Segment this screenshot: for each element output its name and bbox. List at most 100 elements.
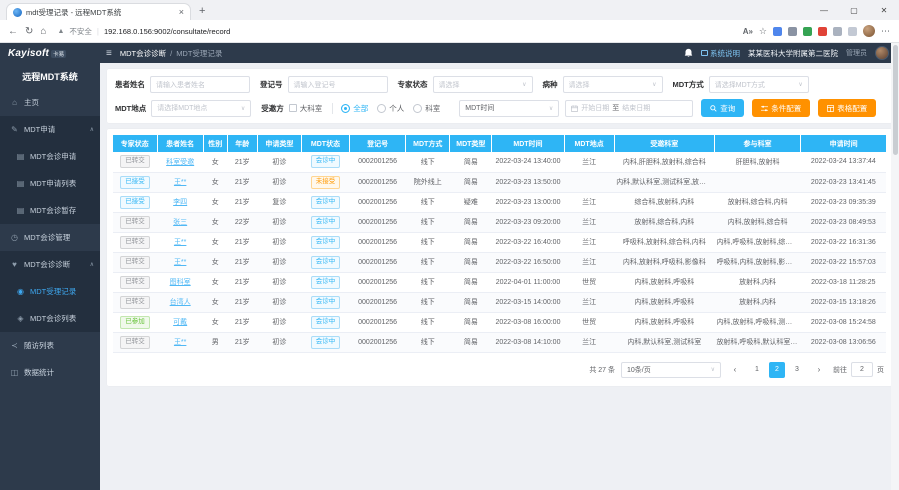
- cell-apply-type: 初诊: [257, 332, 301, 352]
- browser-tab[interactable]: mdt受理记录 - 远程MDT系统 ×: [6, 3, 191, 20]
- mdt-mode-label: MDT方式: [673, 79, 704, 90]
- logo-text: Kayisoft: [8, 48, 49, 59]
- radio-personal[interactable]: [377, 104, 386, 113]
- url-bar[interactable]: ▲ 不安全 | 192.168.0.156:9002/consultate/re…: [53, 26, 735, 37]
- page-size-select[interactable]: 10条/页∨: [621, 362, 721, 378]
- table-row: 已转交图科室女21岁初诊会诊中0002001256线下简易2022-04-01 …: [113, 272, 886, 292]
- patient-name-link[interactable]: 台湾人: [170, 299, 191, 306]
- radio-dept-label[interactable]: 科室: [425, 103, 440, 114]
- extension-icon-4[interactable]: [818, 27, 827, 36]
- patient-name-link[interactable]: 李四: [173, 199, 187, 206]
- extension-icon-2[interactable]: [788, 27, 797, 36]
- patient-name-link[interactable]: 王**: [174, 239, 186, 246]
- cell-apply-time: 2022-03-08 15:24:58: [801, 312, 886, 332]
- patient-name-link[interactable]: 王**: [174, 339, 186, 346]
- more-menu-icon[interactable]: ⋯: [881, 26, 891, 37]
- cell-invited: 综合科,放射科,内科: [614, 192, 714, 212]
- sidebar-group-header-mdt-diagnosis[interactable]: ♥ MDT会诊诊断 ∧: [0, 251, 100, 278]
- cell-gender: 女: [203, 152, 227, 172]
- register-no-input[interactable]: 请输入登记号: [288, 76, 388, 93]
- patient-name-link[interactable]: 张三: [173, 219, 187, 226]
- close-icon[interactable]: ✕: [869, 0, 899, 20]
- radio-personal-label[interactable]: 个人: [389, 103, 404, 114]
- patient-name-link[interactable]: 图科室: [170, 279, 191, 286]
- expert-status-select[interactable]: 请选择∨: [433, 76, 533, 93]
- sidebar-item-statistics[interactable]: ◫ 数据统计: [0, 359, 100, 386]
- cell-reg-no: 0002001256: [350, 192, 406, 212]
- cell-apply-time: 2022-03-22 16:31:36: [801, 232, 886, 252]
- sidebar-item-accept-record[interactable]: ◉ MDT受理记录: [0, 278, 100, 305]
- patient-name-link[interactable]: 科室受邀: [166, 159, 194, 166]
- extension-icon-6[interactable]: [848, 27, 857, 36]
- radio-all[interactable]: [341, 104, 350, 113]
- cell-age: 21岁: [227, 332, 257, 352]
- sidebar-collapse-icon[interactable]: ≡: [106, 48, 112, 59]
- sidebar-item-consult-manage[interactable]: ◷ MDT会诊管理: [0, 224, 100, 251]
- sidebar-item-consult-draft[interactable]: ▤ MDT会诊暂存: [0, 197, 100, 224]
- reload-icon[interactable]: ↻: [25, 26, 33, 37]
- cell-name: 李四: [157, 192, 203, 212]
- page-scrollbar[interactable]: [891, 43, 899, 490]
- table-body: 已转交科室受邀女21岁初诊会诊中0002001256线下简易2022-03-24…: [113, 152, 886, 352]
- cell-place: 兰江: [564, 252, 614, 272]
- cell-apply-time: 2022-03-24 13:37:44: [801, 152, 886, 172]
- column-header: 申请时间: [801, 135, 886, 152]
- chevron-up-icon: ∧: [90, 261, 94, 268]
- sidebar-item-consult-list[interactable]: ◈ MDT会诊列表: [0, 305, 100, 332]
- extension-icon-5[interactable]: [833, 27, 842, 36]
- maximize-icon[interactable]: ▢: [839, 0, 869, 20]
- new-tab-icon[interactable]: +: [199, 5, 205, 17]
- search-button[interactable]: 查询: [701, 99, 744, 117]
- cell-reg-no: 0002001256: [350, 212, 406, 232]
- sidebar-item-followup-list[interactable]: ≺ 随访列表: [0, 332, 100, 359]
- mdt-mode-select[interactable]: 请选择MDT方式∨: [709, 76, 809, 93]
- cell-participated: 放射科,综合科,内科: [714, 192, 800, 212]
- mdt-place-select[interactable]: 请选择MDT地点∨: [151, 100, 251, 117]
- patient-name-link[interactable]: 王**: [174, 259, 186, 266]
- patient-name-input[interactable]: 请输入患者姓名: [150, 76, 250, 93]
- goto-page-input[interactable]: [851, 362, 873, 377]
- browser-profile-avatar[interactable]: [863, 25, 875, 37]
- disease-select[interactable]: 请选择∨: [563, 76, 663, 93]
- favorites-star-icon[interactable]: ☆: [759, 26, 767, 37]
- time-field-select[interactable]: MDT时间∨: [459, 100, 559, 117]
- radio-dept[interactable]: [413, 104, 422, 113]
- page-button-3[interactable]: 3: [789, 362, 805, 378]
- breadcrumb-parent[interactable]: MDT会诊诊断: [120, 48, 166, 59]
- condition-config-button[interactable]: 条件配置: [752, 99, 810, 117]
- home-button-icon[interactable]: ⌂: [40, 26, 46, 37]
- scrollbar-thumb[interactable]: [893, 45, 898, 155]
- read-aloud-icon[interactable]: A»: [743, 27, 753, 36]
- cell-place: 兰江: [564, 292, 614, 312]
- sidebar-group-header-mdt-apply[interactable]: ✎ MDT申请 ∧: [0, 116, 100, 143]
- status-badge: 已转交: [120, 216, 150, 229]
- sidebar-item-home[interactable]: ⌂ 主页: [0, 89, 100, 116]
- dept-checkbox-label[interactable]: 大科室: [300, 103, 323, 114]
- cell-type: 简易: [450, 172, 492, 192]
- patient-name-link[interactable]: 可戴: [173, 319, 187, 326]
- page-button-2[interactable]: 2: [769, 362, 785, 378]
- cell-apply-type: 初诊: [257, 172, 301, 192]
- date-range-input[interactable]: 开始日期 至 结束日期: [565, 100, 693, 117]
- user-avatar[interactable]: [875, 46, 889, 60]
- dept-checkbox[interactable]: [289, 104, 297, 112]
- system-help[interactable]: 系统说明: [701, 48, 740, 59]
- back-icon[interactable]: ←: [8, 26, 18, 37]
- page-button-1[interactable]: 1: [749, 362, 765, 378]
- next-page-button[interactable]: ›: [811, 362, 827, 378]
- extension-icon-1[interactable]: [773, 27, 782, 36]
- prev-page-button[interactable]: ‹: [727, 362, 743, 378]
- status-badge: 会诊中: [311, 236, 341, 249]
- sidebar-item-consult-apply[interactable]: ▤ MDT会诊申请: [0, 143, 100, 170]
- table-config-button[interactable]: 表格配置: [818, 99, 876, 117]
- status-badge: 会诊中: [311, 276, 341, 289]
- patient-name-link[interactable]: 王**: [174, 179, 186, 186]
- tab-close-icon[interactable]: ×: [179, 8, 184, 17]
- minimize-icon[interactable]: —: [809, 0, 839, 20]
- bell-icon[interactable]: [684, 48, 693, 58]
- sidebar-item-apply-list[interactable]: ▤ MDT申请列表: [0, 170, 100, 197]
- extension-icon-3[interactable]: [803, 27, 812, 36]
- cell-type: 简易: [450, 312, 492, 332]
- radio-all-label[interactable]: 全部: [353, 103, 368, 114]
- cell-name: 图科室: [157, 272, 203, 292]
